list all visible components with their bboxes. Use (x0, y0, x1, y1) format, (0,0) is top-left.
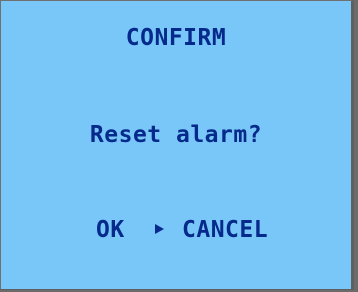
dialog-message: Reset alarm? (89, 122, 263, 148)
cancel-option[interactable]: CANCEL (182, 219, 268, 242)
confirm-dialog-screen: CONFIRM Reset alarm? OK CANCEL (0, 0, 354, 290)
ok-option[interactable]: OK (96, 219, 125, 242)
dialog-title: CONFIRM (125, 25, 227, 51)
right-triangle-icon (155, 224, 164, 234)
